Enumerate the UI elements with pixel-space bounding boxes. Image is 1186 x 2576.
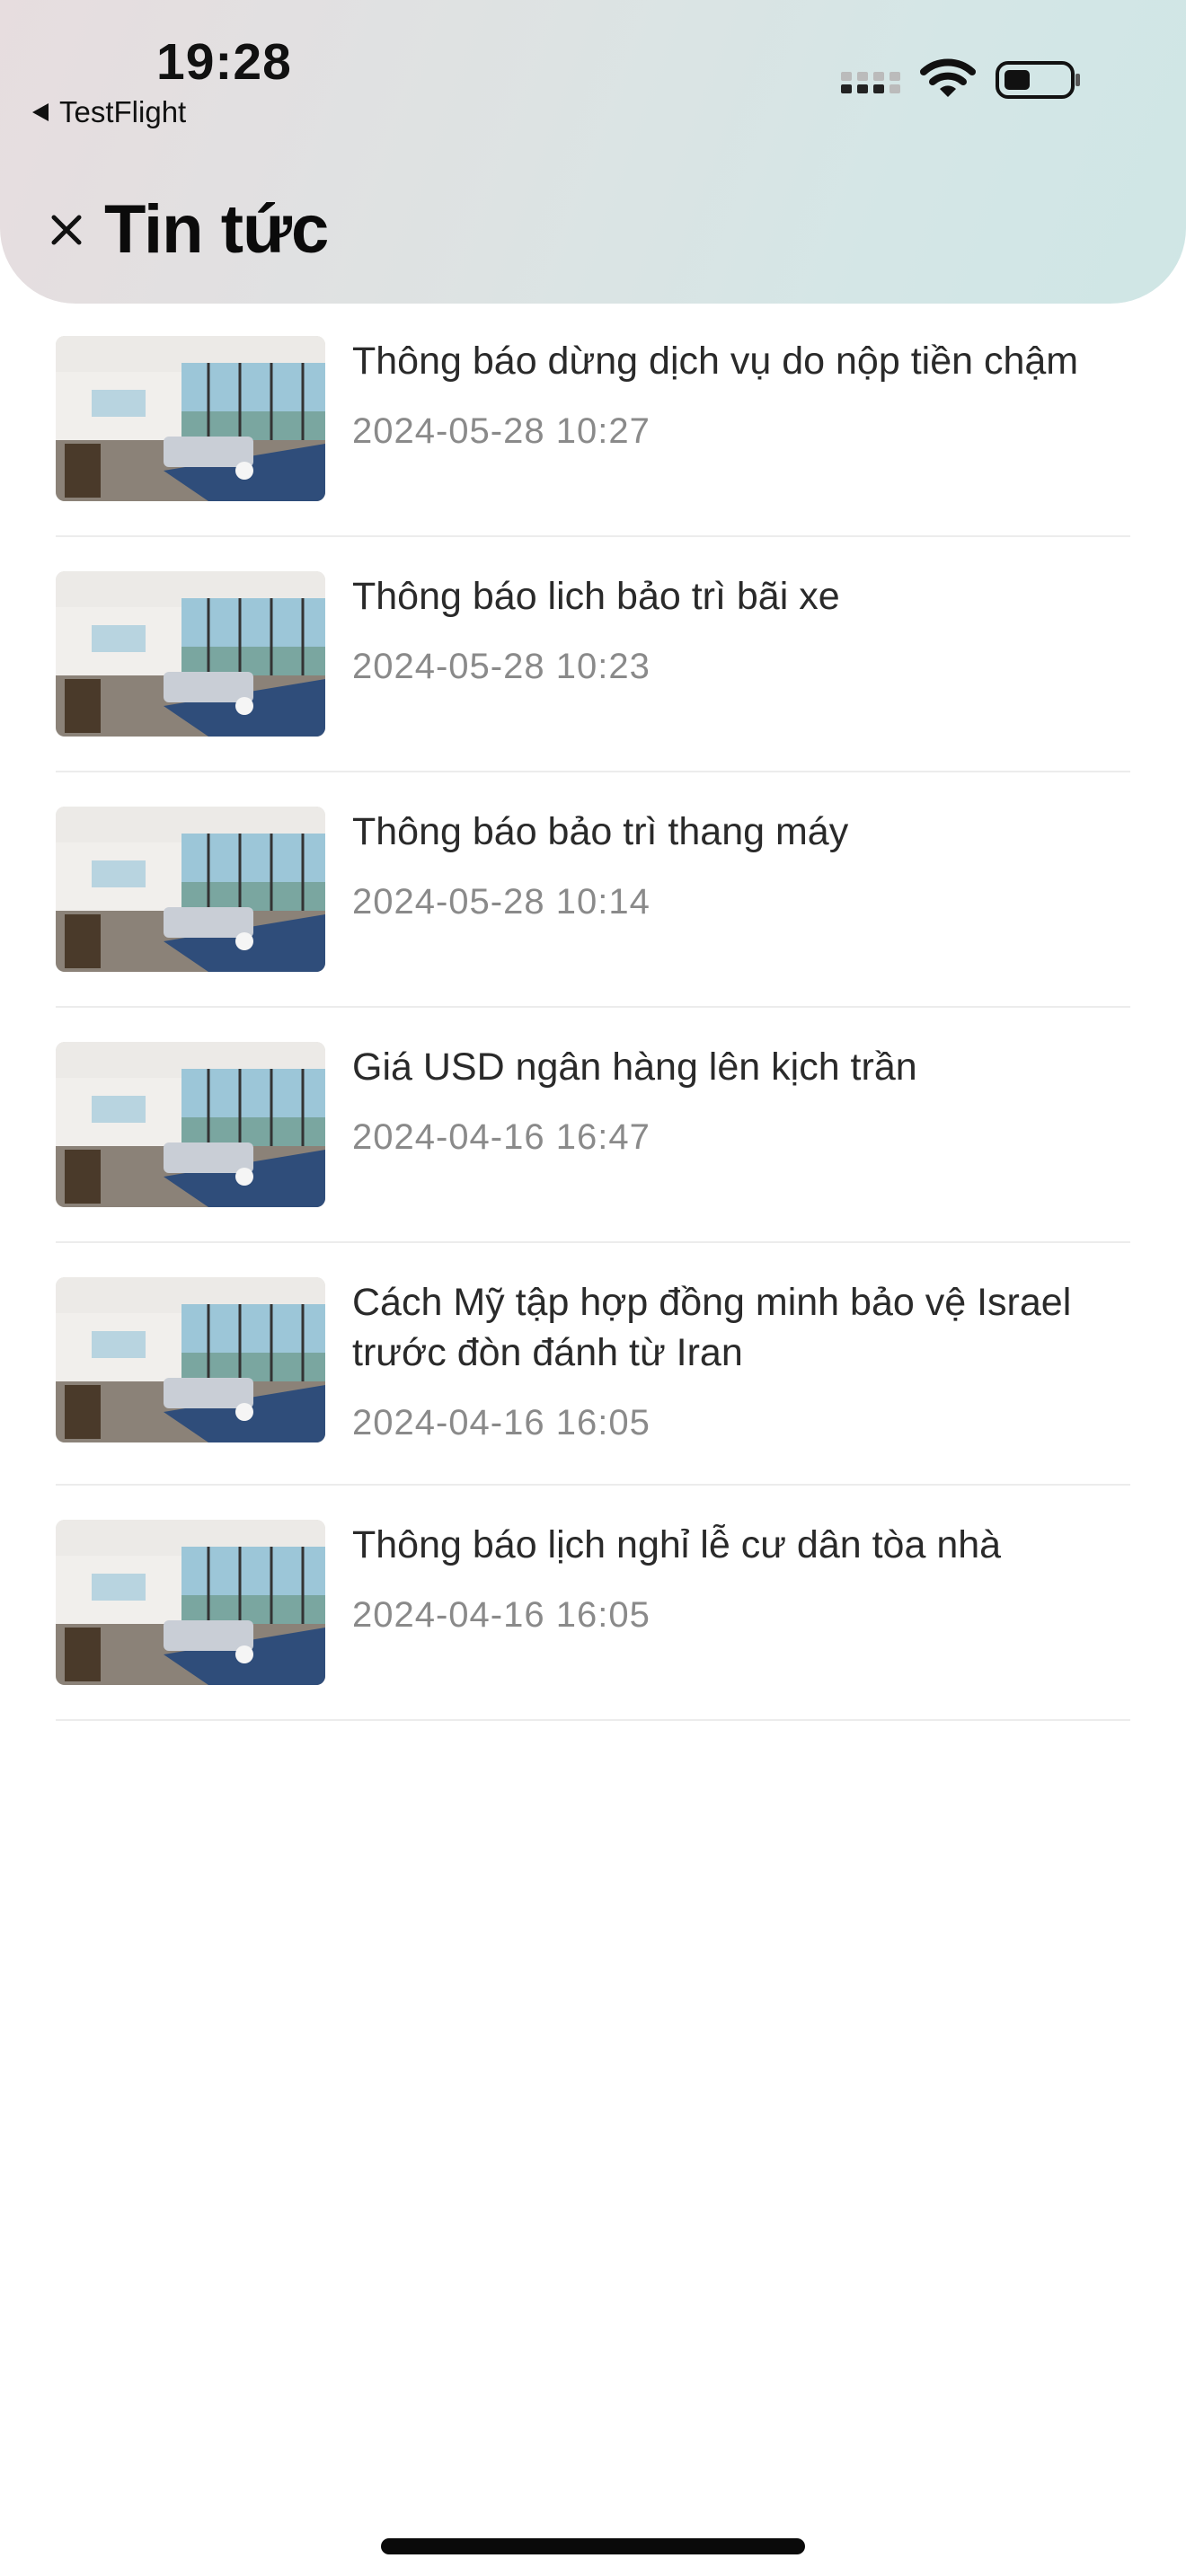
page-title: Tin tức	[104, 191, 329, 268]
news-thumbnail	[56, 1277, 325, 1442]
divider	[56, 1241, 1130, 1243]
divider	[56, 1006, 1130, 1008]
divider	[56, 1719, 1130, 1721]
home-indicator[interactable]	[381, 2538, 805, 2554]
back-arrow-icon	[32, 103, 49, 121]
news-thumbnail	[56, 1520, 325, 1685]
back-to-app-button[interactable]: TestFlight	[32, 95, 186, 129]
news-thumbnail	[56, 571, 325, 737]
news-date: 2024-05-28 10:27	[352, 411, 651, 451]
news-date: 2024-05-28 10:14	[352, 882, 651, 922]
news-date: 2024-04-16 16:05	[352, 1595, 651, 1635]
cellular-signal-icon	[841, 72, 900, 93]
news-title: Thông báo dừng dịch vụ do nộp tiền chậm	[352, 340, 1079, 383]
news-date: 2024-04-16 16:05	[352, 1403, 651, 1442]
news-date: 2024-05-28 10:23	[352, 647, 651, 686]
news-title: Thông báo bảo trì thang máy	[352, 810, 849, 853]
divider	[56, 771, 1130, 772]
divider	[56, 535, 1130, 537]
news-title: Cách Mỹ tập hợp đồng minh bảo vệ Israel …	[352, 1281, 1072, 1374]
news-thumbnail	[56, 807, 325, 972]
wifi-icon	[920, 58, 976, 97]
close-icon[interactable]	[49, 212, 84, 248]
status-time: 19:28	[156, 33, 292, 91]
news-title: Thông báo lich bảo trì bãi xe	[352, 575, 840, 618]
divider	[56, 1484, 1130, 1486]
battery-icon	[996, 61, 1080, 99]
header: 19:28 TestFlight Tin tức	[0, 0, 1186, 304]
news-date: 2024-04-16 16:47	[352, 1117, 651, 1157]
news-title: Giá USD ngân hàng lên kịch trần	[352, 1045, 917, 1089]
news-title: Thông báo lịch nghỉ lễ cư dân tòa nhà	[352, 1523, 1002, 1566]
news-thumbnail	[56, 1042, 325, 1207]
back-app-label: TestFlight	[59, 95, 187, 128]
news-thumbnail	[56, 336, 325, 501]
